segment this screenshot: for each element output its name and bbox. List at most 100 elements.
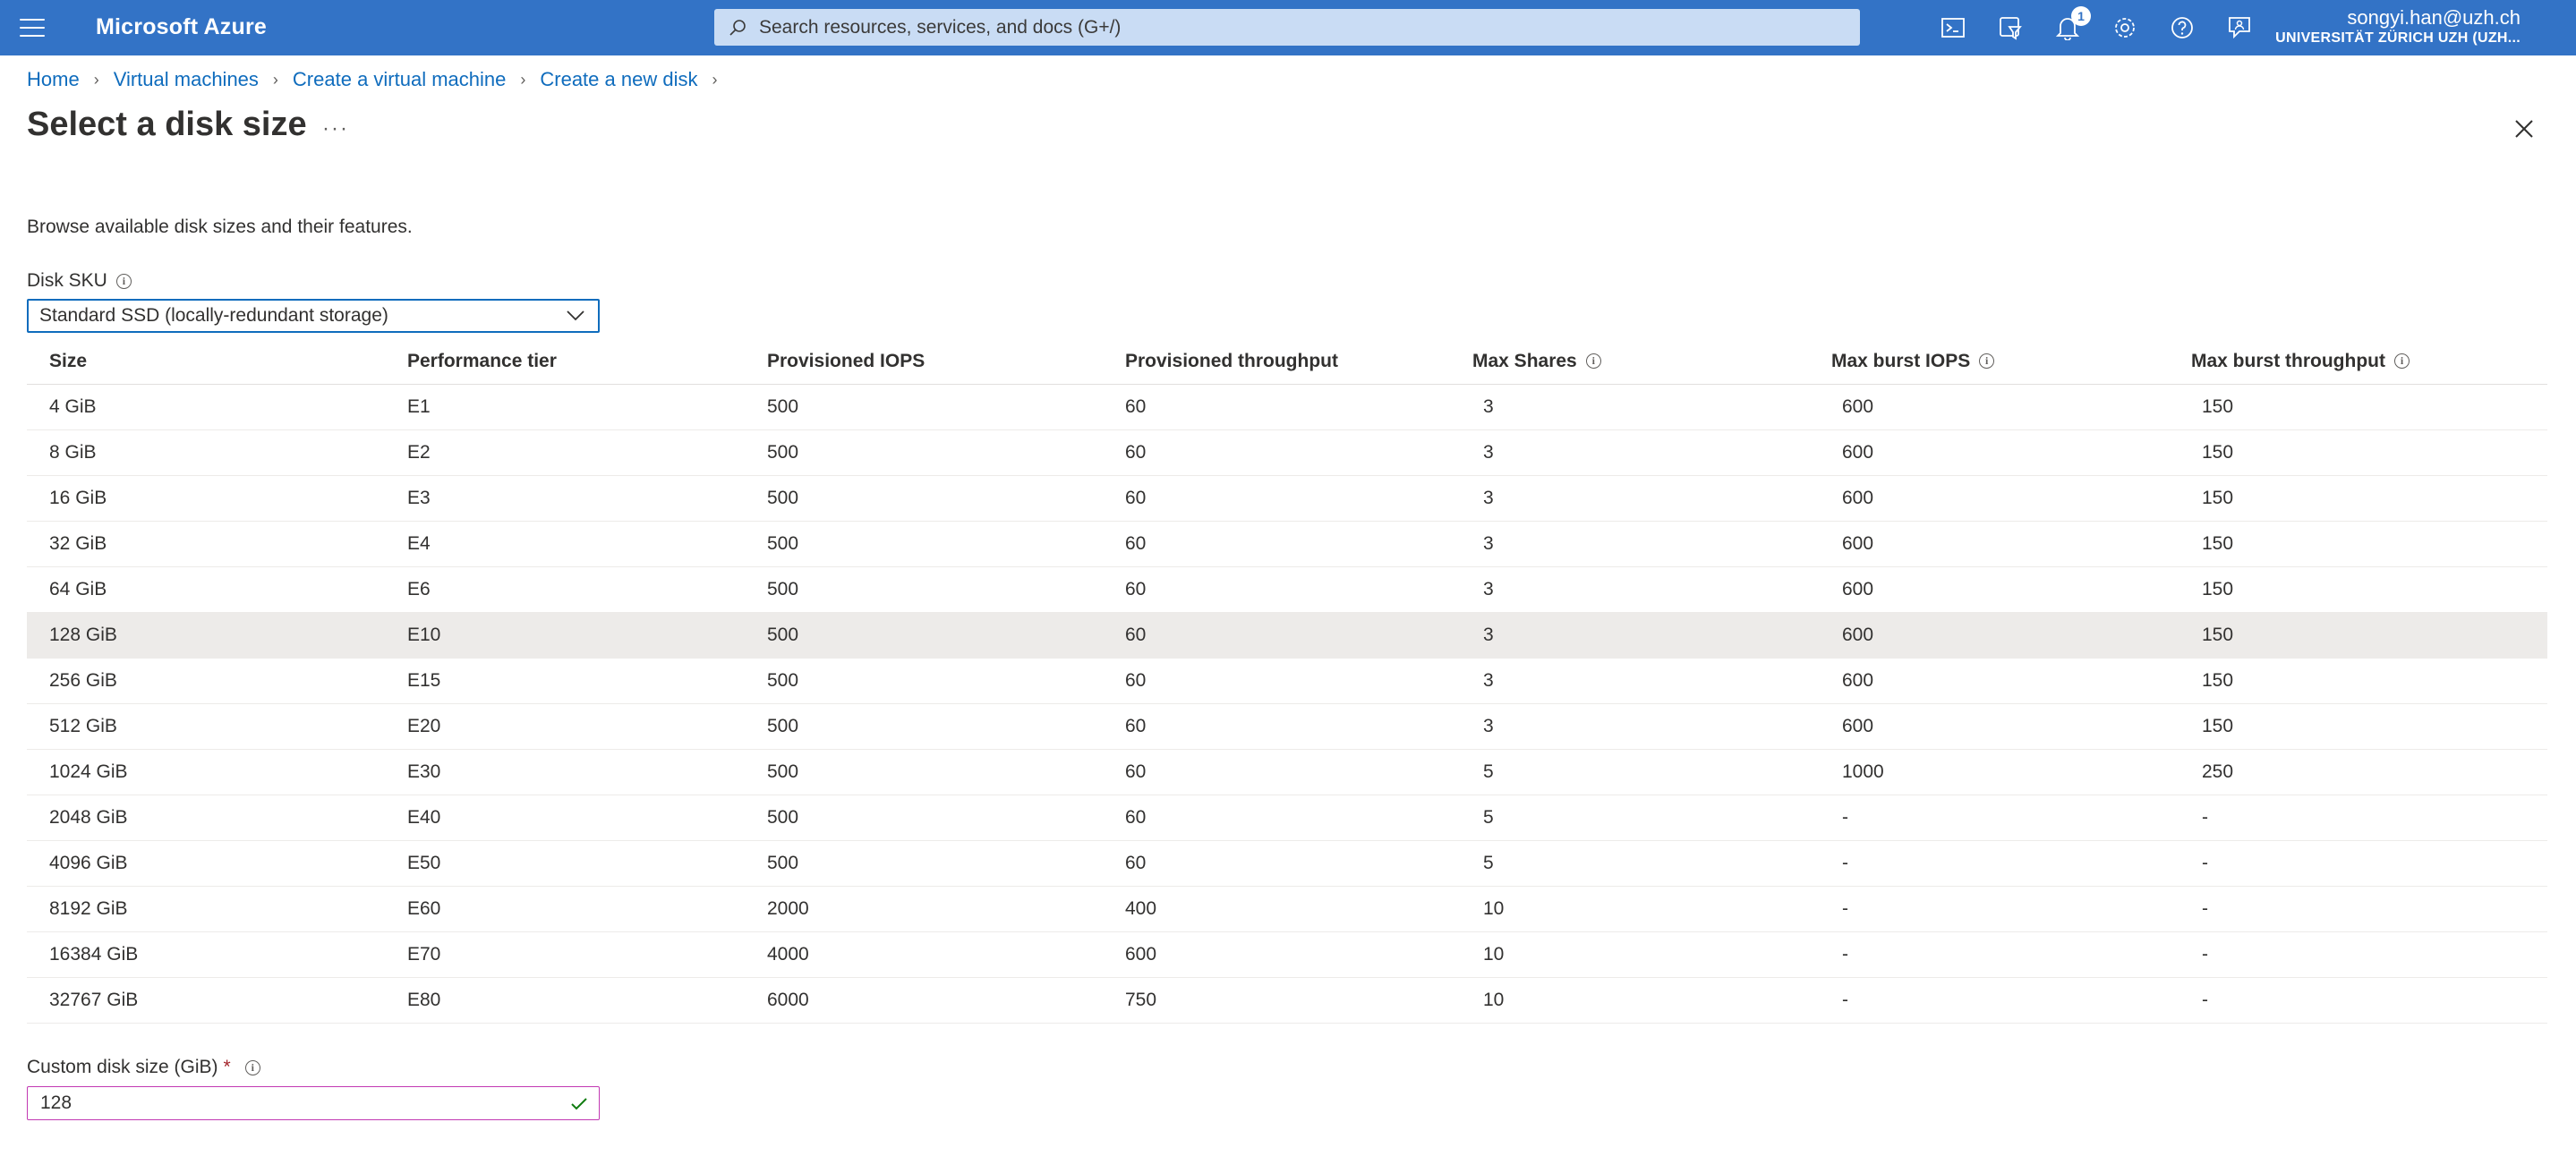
table-row[interactable]: 256 GiB E15 500 60 3 600 150	[27, 659, 2547, 704]
cell-max-shares: 3	[1483, 625, 1494, 645]
info-icon[interactable]: i	[1979, 353, 1995, 369]
cell-max-shares: 10	[1483, 898, 1505, 919]
chevron-right-icon: ›	[520, 70, 526, 89]
header-text: Max burst throughput	[2191, 350, 2385, 371]
cell-size: 2048 GiB	[49, 807, 128, 828]
table-row[interactable]: 64 GiB E6 500 60 3 600 150	[27, 567, 2547, 613]
cell-max-shares: 3	[1483, 442, 1494, 463]
cell-provisioned-throughput: 60	[1125, 625, 1147, 645]
cell-provisioned-throughput: 60	[1125, 807, 1147, 828]
table-row[interactable]: 4096 GiB E50 500 60 5 - -	[27, 841, 2547, 887]
settings-icon[interactable]	[2096, 11, 2154, 45]
cell-performance-tier: E50	[407, 853, 441, 873]
chevron-right-icon: ›	[272, 70, 278, 89]
cell-size: 16 GiB	[49, 488, 107, 508]
cell-max-burst-iops: -	[1842, 944, 1848, 965]
cell-provisioned-iops: 500	[767, 807, 799, 828]
header-text: Provisioned IOPS	[767, 350, 925, 371]
cell-max-burst-throughput: 150	[2202, 488, 2234, 508]
cell-performance-tier: E6	[407, 579, 431, 599]
table-row[interactable]: 32767 GiB E80 6000 750 10 - -	[27, 978, 2547, 1024]
cell-provisioned-iops: 500	[767, 396, 799, 417]
column-header-size[interactable]: Size	[27, 351, 385, 372]
info-icon[interactable]: i	[2393, 353, 2410, 369]
cell-performance-tier: E80	[407, 990, 441, 1010]
brand-title[interactable]: Microsoft Azure	[96, 14, 267, 40]
directory-filter-icon[interactable]	[1982, 11, 2039, 45]
info-icon[interactable]: i	[244, 1059, 260, 1075]
cell-max-shares: 10	[1483, 944, 1505, 965]
cell-max-burst-throughput: 150	[2202, 579, 2234, 599]
info-icon[interactable]: i	[115, 273, 132, 289]
column-header-provisioned-throughput[interactable]: Provisioned throughput	[1102, 351, 1449, 372]
column-header-max-burst-throughput[interactable]: Max burst throughput i	[2168, 351, 2547, 372]
cell-max-burst-throughput: 150	[2202, 396, 2234, 417]
breadcrumb-create-disk[interactable]: Create a new disk	[540, 68, 697, 91]
more-options-icon[interactable]: ···	[322, 116, 349, 141]
cell-performance-tier: E70	[407, 944, 441, 965]
help-icon[interactable]	[2154, 11, 2211, 45]
table-row[interactable]: 128 GiB E10 500 60 3 600 150	[27, 613, 2547, 659]
cell-performance-tier: E15	[407, 670, 441, 691]
cell-provisioned-throughput: 60	[1125, 533, 1147, 554]
cell-max-burst-iops: 600	[1842, 716, 1874, 736]
breadcrumb-home[interactable]: Home	[27, 68, 80, 91]
cloud-shell-icon[interactable]	[1924, 11, 1982, 45]
search-input[interactable]	[759, 16, 1815, 38]
table-row[interactable]: 1024 GiB E30 500 60 5 1000 250	[27, 750, 2547, 795]
cell-max-burst-iops: 600	[1842, 625, 1874, 645]
notification-count-badge: 1	[2071, 6, 2091, 26]
custom-size-input[interactable]	[40, 1092, 542, 1114]
cell-max-shares: 3	[1483, 488, 1494, 508]
cell-max-burst-iops: 600	[1842, 533, 1874, 554]
feedback-icon[interactable]	[2211, 11, 2268, 45]
cell-max-burst-iops: -	[1842, 807, 1848, 828]
column-header-performance-tier[interactable]: Performance tier	[385, 351, 744, 372]
column-header-provisioned-iops[interactable]: Provisioned IOPS	[744, 351, 1102, 372]
cell-provisioned-iops: 500	[767, 533, 799, 554]
breadcrumb-virtual-machines[interactable]: Virtual machines	[114, 68, 259, 91]
breadcrumb-create-vm[interactable]: Create a virtual machine	[293, 68, 506, 91]
info-icon[interactable]: i	[1585, 353, 1601, 369]
chevron-right-icon: ›	[712, 70, 718, 89]
disk-sku-dropdown[interactable]: Standard SSD (locally-redundant storage)	[27, 299, 600, 333]
close-icon[interactable]	[2512, 116, 2537, 141]
cell-max-burst-iops: 1000	[1842, 761, 1884, 782]
header-text: Provisioned throughput	[1125, 350, 1338, 371]
checkmark-icon	[571, 1098, 587, 1110]
cell-max-shares: 10	[1483, 990, 1505, 1010]
notifications-icon[interactable]: 1	[2039, 6, 2096, 45]
hamburger-menu-icon[interactable]	[20, 16, 45, 39]
table-row[interactable]: 32 GiB E4 500 60 3 600 150	[27, 522, 2547, 567]
column-header-max-burst-iops[interactable]: Max burst IOPS i	[1808, 351, 2168, 372]
cell-size: 256 GiB	[49, 670, 117, 691]
table-row[interactable]: 16384 GiB E70 4000 600 10 - -	[27, 932, 2547, 978]
cell-max-burst-iops: -	[1842, 990, 1848, 1010]
cell-max-shares: 3	[1483, 533, 1494, 554]
table-row[interactable]: 2048 GiB E40 500 60 5 - -	[27, 795, 2547, 841]
top-icons: 1	[1924, 6, 2268, 45]
required-marker: *	[223, 1057, 231, 1077]
table-row[interactable]: 8 GiB E2 500 60 3 600 150	[27, 430, 2547, 476]
cell-max-shares: 5	[1483, 761, 1494, 782]
cell-provisioned-throughput: 60	[1125, 853, 1147, 873]
cell-max-burst-throughput: 150	[2202, 716, 2234, 736]
custom-size-field[interactable]	[27, 1086, 600, 1120]
cell-provisioned-iops: 500	[767, 670, 799, 691]
global-search[interactable]	[714, 9, 1860, 46]
cell-provisioned-throughput: 60	[1125, 579, 1147, 599]
cell-max-burst-throughput: 150	[2202, 442, 2234, 463]
cell-max-burst-throughput: -	[2202, 990, 2208, 1010]
table-row[interactable]: 16 GiB E3 500 60 3 600 150	[27, 476, 2547, 522]
cell-size: 16384 GiB	[49, 944, 139, 965]
table-row[interactable]: 4 GiB E1 500 60 3 600 150	[27, 385, 2547, 430]
cell-performance-tier: E60	[407, 898, 441, 919]
table-row[interactable]: 8192 GiB E60 2000 400 10 - -	[27, 887, 2547, 932]
cell-provisioned-iops: 500	[767, 442, 799, 463]
account-menu[interactable]: songyi.han@uzh.ch UNIVERSITÄT ZÜRICH UZH…	[2275, 6, 2521, 47]
cell-performance-tier: E20	[407, 716, 441, 736]
column-header-max-shares[interactable]: Max Shares i	[1449, 351, 1808, 372]
cell-size: 128 GiB	[49, 625, 117, 645]
account-user: songyi.han@uzh.ch	[2347, 6, 2521, 29]
table-row[interactable]: 512 GiB E20 500 60 3 600 150	[27, 704, 2547, 750]
